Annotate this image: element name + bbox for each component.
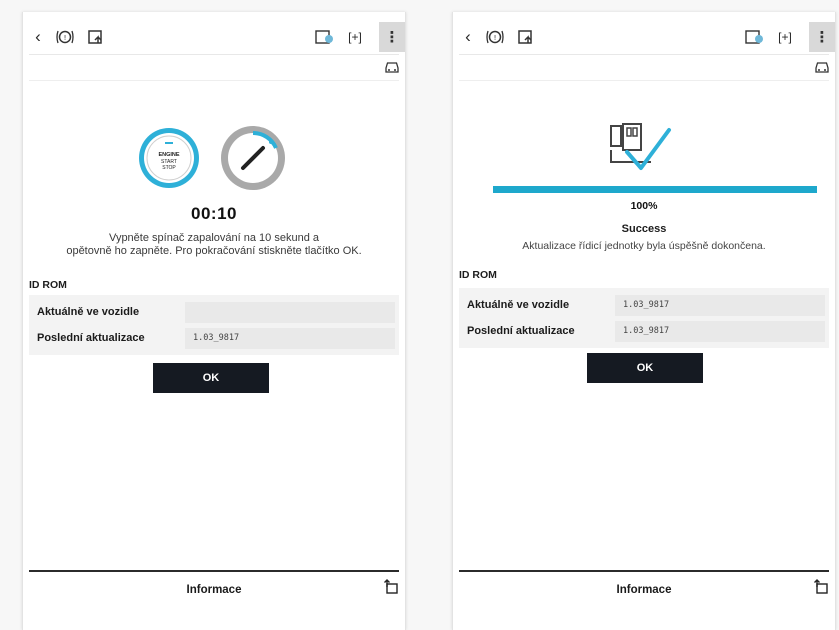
- ok-button[interactable]: OK: [153, 363, 269, 393]
- status-message: Aktualizace řídicí jednotky byla úspěšně…: [522, 240, 766, 252]
- row-label: Poslední aktualizace: [37, 332, 145, 344]
- header-divider: [459, 80, 829, 81]
- screenshot-stage: ‹ ! [+] ⋮ ENGINE START STOP 00:10 Vypnět…: [0, 0, 839, 630]
- id-rom-table: Aktuálně ve vozidle Poslední aktualizace…: [29, 295, 399, 355]
- start-line1: ENGINE: [158, 152, 179, 158]
- svg-text:!: !: [64, 34, 67, 42]
- toolbar-divider: [29, 54, 399, 55]
- update-progress-bar: [493, 186, 817, 193]
- footer-divider: [29, 570, 399, 572]
- row-value: [185, 301, 395, 323]
- vehicle-icon[interactable]: [813, 58, 831, 76]
- table-row: Poslední aktualizace 1.03_9817: [463, 318, 825, 344]
- section-label-id-rom: ID ROM: [459, 269, 497, 281]
- dtc-icon[interactable]: [313, 26, 337, 48]
- table-row: Aktuálně ve vozidle 1.03_9817: [463, 292, 825, 318]
- status-title: Success: [621, 223, 667, 235]
- section-label-id-rom: ID ROM: [29, 279, 67, 291]
- brake-warning-icon[interactable]: !: [53, 26, 77, 48]
- countdown-timer: 00:10: [191, 204, 237, 223]
- vehicle-icon[interactable]: [383, 58, 401, 76]
- export-icon[interactable]: [383, 579, 399, 595]
- update-success-screen: ‹ ! [+] ⋮ 100% Success Aktualizace řídic…: [452, 12, 836, 630]
- row-label: Aktuálně ve vozidle: [37, 306, 140, 318]
- svg-text:!: !: [494, 34, 497, 42]
- table-row: Aktuálně ve vozidle: [33, 299, 395, 325]
- row-label: Aktuálně ve vozidle: [467, 299, 570, 311]
- top-toolbar: ‹ ! [+] ⋮: [453, 22, 835, 54]
- table-row: Poslední aktualizace 1.03_9817: [33, 325, 395, 351]
- start-line3: STOP: [162, 165, 176, 171]
- row-label: Poslední aktualizace: [467, 325, 575, 337]
- ecu-update-icon[interactable]: [85, 26, 107, 48]
- export-icon[interactable]: [813, 579, 829, 595]
- instruction-line-2: opětovně ho zapněte. Pro pokračování sti…: [66, 245, 362, 257]
- row-value: 1.03_9817: [185, 327, 395, 349]
- dtc-icon[interactable]: [743, 26, 767, 48]
- row-value: 1.03_9817: [615, 320, 825, 342]
- ecu-update-icon[interactable]: [515, 26, 537, 48]
- expand-icon[interactable]: [+]: [345, 26, 365, 48]
- instruction-line-1: Vypněte spínač zapalování na 10 sekund a: [109, 232, 319, 244]
- footer-divider: [459, 570, 829, 572]
- progress-percent-label: 100%: [630, 200, 658, 212]
- kebab-menu-icon[interactable]: ⋮: [379, 22, 405, 52]
- ecu-success-check-icon: [610, 123, 671, 170]
- ignition-instruction: Vypněte spínač zapalování na 10 sekund a…: [23, 232, 405, 258]
- back-chevron-icon[interactable]: ‹: [29, 26, 47, 48]
- expand-icon[interactable]: [+]: [775, 26, 795, 48]
- footer-title[interactable]: Informace: [23, 584, 405, 596]
- ignition-switch-icon: [221, 126, 285, 190]
- top-toolbar: ‹ ! [+] ⋮: [23, 22, 405, 54]
- ok-button[interactable]: OK: [587, 353, 703, 383]
- engine-start-stop-icon: ENGINE START STOP: [139, 128, 199, 188]
- back-chevron-icon[interactable]: ‹: [459, 26, 477, 48]
- progress-fill: [493, 186, 817, 193]
- id-rom-table: Aktuálně ve vozidle 1.03_9817 Poslední a…: [459, 288, 829, 348]
- ignition-cycle-screen: ‹ ! [+] ⋮ ENGINE START STOP 00:10 Vypnět…: [22, 12, 406, 630]
- kebab-menu-icon[interactable]: ⋮: [809, 22, 835, 52]
- brake-warning-icon[interactable]: !: [483, 26, 507, 48]
- header-divider: [29, 80, 399, 81]
- toolbar-divider: [459, 54, 829, 55]
- row-value: 1.03_9817: [615, 294, 825, 316]
- footer-title[interactable]: Informace: [453, 584, 835, 596]
